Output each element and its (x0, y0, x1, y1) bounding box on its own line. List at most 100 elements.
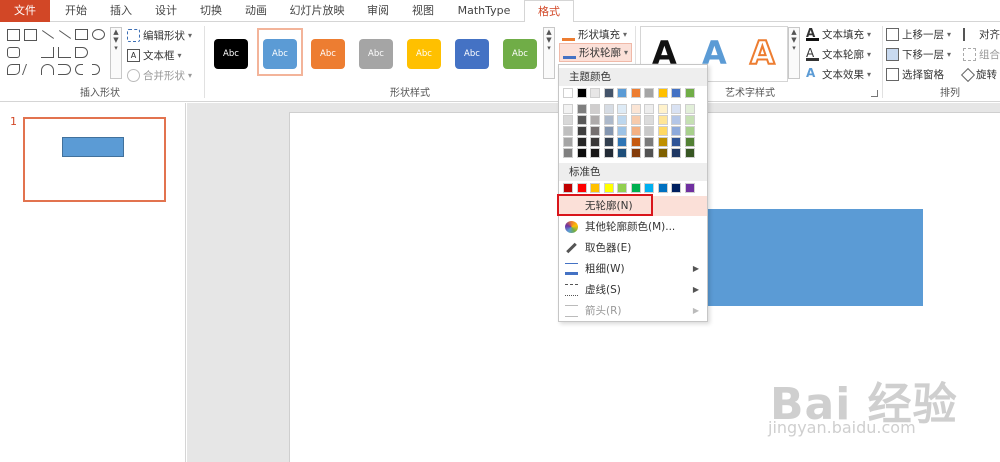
theme-shade-swatch[interactable] (684, 137, 695, 147)
theme-shade-swatch[interactable] (617, 137, 627, 147)
theme-color-swatch[interactable] (671, 88, 681, 98)
theme-color-swatch[interactable] (590, 88, 600, 98)
theme-shade-swatch[interactable] (684, 126, 695, 136)
theme-color-swatch[interactable] (576, 88, 587, 98)
theme-shade-swatch[interactable] (657, 115, 668, 125)
vertical-textbox-shape-icon[interactable] (24, 29, 37, 41)
theme-shade-swatch[interactable] (630, 104, 641, 114)
tab-slideshow[interactable]: 幻灯片放映 (282, 0, 352, 22)
rotate-button[interactable]: 旋转 (960, 67, 997, 82)
theme-shade-swatch[interactable] (657, 104, 668, 114)
tab-home[interactable]: 开始 (56, 0, 96, 22)
shape-gallery-scroll[interactable]: ▲ ▼ ▾ (110, 27, 122, 79)
elbow-arrow-shape-icon[interactable] (58, 47, 71, 58)
standard-color-swatch[interactable] (617, 183, 627, 193)
text-effects-button[interactable]: A 文本效果 ▾ (806, 67, 871, 82)
standard-color-swatch[interactable] (563, 183, 573, 193)
weight-item[interactable]: 粗细(W) ▶ (559, 259, 707, 279)
tab-insert[interactable]: 插入 (101, 0, 141, 22)
theme-shade-swatch[interactable] (590, 126, 600, 136)
theme-shade-swatch[interactable] (590, 148, 600, 158)
theme-shade-swatch[interactable] (617, 126, 627, 136)
shape-style-gray[interactable]: Abc (359, 39, 393, 69)
theme-shade-swatch[interactable] (576, 104, 587, 114)
arc-shape-icon[interactable] (41, 64, 54, 75)
theme-shade-swatch[interactable] (617, 104, 627, 114)
standard-color-swatch[interactable] (630, 183, 641, 193)
theme-shade-swatch[interactable] (590, 115, 600, 125)
theme-shade-swatch[interactable] (657, 137, 668, 147)
theme-shade-swatch[interactable] (590, 137, 600, 147)
slide-thumbnail[interactable] (23, 117, 166, 202)
standard-color-swatch[interactable] (671, 183, 681, 193)
theme-shade-swatch[interactable] (644, 115, 654, 125)
triangle-shape-icon[interactable] (24, 47, 38, 58)
theme-color-swatch[interactable] (644, 88, 654, 98)
arrows-item[interactable]: 箭头(R) ▶ (559, 301, 707, 321)
tab-format[interactable]: 格式 (524, 0, 574, 23)
left-brace-shape-icon[interactable] (75, 64, 83, 75)
eyedropper-item[interactable]: 取色器(E) (559, 238, 707, 258)
theme-shade-swatch[interactable] (603, 137, 614, 147)
theme-shade-swatch[interactable] (576, 137, 587, 147)
standard-color-swatch[interactable] (590, 183, 600, 193)
theme-shade-swatch[interactable] (576, 115, 587, 125)
theme-color-swatch[interactable] (657, 88, 668, 98)
standard-color-swatch[interactable] (684, 183, 695, 193)
theme-shade-swatch[interactable] (630, 115, 641, 125)
textbox-shape-icon[interactable] (7, 29, 20, 41)
theme-shade-swatch[interactable] (644, 148, 654, 158)
align-button[interactable]: 对齐 (963, 27, 1000, 42)
theme-shade-swatch[interactable] (644, 137, 654, 147)
theme-shade-swatch[interactable] (603, 126, 614, 136)
standard-color-swatch[interactable] (603, 183, 614, 193)
tab-mathtype[interactable]: MathType (448, 0, 520, 22)
scribble-shape-icon[interactable] (21, 64, 39, 75)
rounded-rect-shape-icon[interactable] (7, 47, 20, 58)
tab-view[interactable]: 视图 (403, 0, 443, 22)
merge-shapes-button[interactable]: 合并形状 ▾ (127, 68, 192, 83)
theme-shade-swatch[interactable] (671, 126, 681, 136)
theme-shade-swatch[interactable] (603, 115, 614, 125)
shape-style-black[interactable]: Abc (214, 39, 248, 69)
right-brace-shape-icon[interactable] (92, 64, 100, 75)
wordart-gallery-scroll[interactable]: ▲ ▼ ▾ (788, 27, 800, 79)
theme-shade-swatch[interactable] (563, 115, 573, 125)
theme-shade-swatch[interactable] (644, 104, 654, 114)
shape-gallery[interactable] (5, 27, 110, 79)
bring-forward-button[interactable]: 上移一层 ▾ (886, 27, 951, 42)
shape-style-orange[interactable]: Abc (311, 39, 345, 69)
theme-shade-swatch[interactable] (630, 126, 641, 136)
tab-animations[interactable]: 动画 (236, 0, 276, 22)
theme-shade-swatch[interactable] (671, 137, 681, 147)
line-shape-icon[interactable] (41, 30, 55, 39)
theme-shade-swatch[interactable] (671, 115, 681, 125)
arrow-line-shape-icon[interactable] (58, 30, 72, 39)
theme-color-swatch[interactable] (684, 88, 695, 98)
shape-styles-scroll[interactable]: ▲ ▼ ▾ (543, 27, 555, 79)
theme-shade-swatch[interactable] (684, 104, 695, 114)
theme-shade-swatch[interactable] (684, 148, 695, 158)
theme-color-swatch[interactable] (630, 88, 641, 98)
theme-shade-swatch[interactable] (644, 126, 654, 136)
tab-file[interactable]: 文件 (0, 0, 50, 22)
more-outline-colors-item[interactable]: 其他轮廓颜色(M)... (559, 217, 707, 237)
shape-style-green[interactable]: Abc (503, 39, 537, 69)
dashes-item[interactable]: 虚线(S) ▶ (559, 280, 707, 300)
group-button[interactable]: 组合 (963, 47, 1000, 62)
standard-color-swatch[interactable] (576, 183, 587, 193)
wordart-style-orange-outline[interactable]: A (749, 33, 776, 73)
theme-shade-swatch[interactable] (603, 104, 614, 114)
theme-shade-swatch[interactable] (684, 115, 695, 125)
text-fill-button[interactable]: A 文本填充 ▾ (806, 27, 871, 42)
standard-color-swatch[interactable] (644, 183, 654, 193)
down-arrow-shape-icon[interactable] (92, 47, 105, 58)
text-box-button[interactable]: A 文本框 ▾ (127, 48, 182, 63)
theme-shade-swatch[interactable] (671, 104, 681, 114)
send-backward-button[interactable]: 下移一层 ▾ (886, 47, 951, 62)
dialog-launcher-icon[interactable] (871, 90, 878, 97)
theme-shade-swatch[interactable] (657, 126, 668, 136)
shape-style-blue[interactable]: Abc (263, 39, 297, 69)
theme-shade-swatch[interactable] (630, 148, 641, 158)
selection-pane-button[interactable]: 选择窗格 (886, 67, 944, 82)
